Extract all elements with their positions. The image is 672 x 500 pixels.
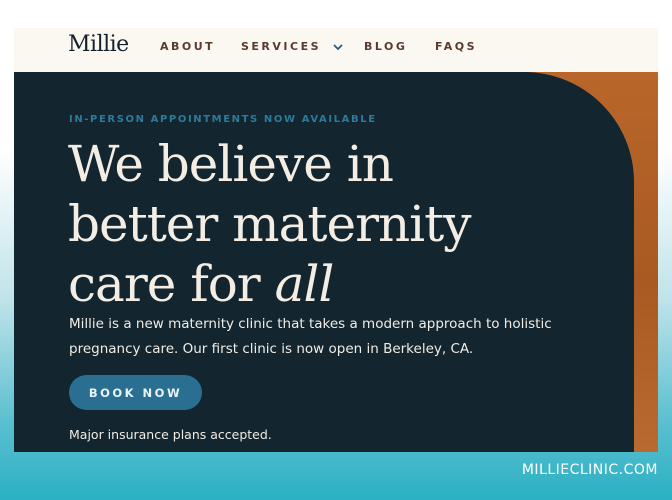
site-url-watermark: MILLIECLINIC.COM <box>521 462 658 478</box>
headline-line-3-emphasis: all <box>274 255 335 313</box>
hero-eyebrow: IN-PERSON APPOINTMENTS NOW AVAILABLE <box>69 114 377 125</box>
nav-item-services[interactable]: SERVICES <box>241 40 344 54</box>
nav-item-about[interactable]: ABOUT <box>160 40 215 53</box>
nav-item-faqs[interactable]: FAQS <box>435 40 477 53</box>
insurance-note: Major insurance plans accepted. <box>69 427 272 442</box>
brand-logo[interactable]: Millie <box>68 32 129 57</box>
hero-panel: IN-PERSON APPOINTMENTS NOW AVAILABLE We … <box>14 72 634 452</box>
chevron-down-icon <box>333 41 344 54</box>
hero-description: Millie is a new maternity clinic that ta… <box>69 316 552 357</box>
headline-line-3-prefix: care for <box>68 255 275 313</box>
headline-line-2: better maternity <box>68 195 472 253</box>
site-frame: Millie ABOUT SERVICES BLOG FAQS IN-PERSO… <box>14 28 658 452</box>
headline-line-1: We believe in <box>68 135 394 193</box>
hero-section: IN-PERSON APPOINTMENTS NOW AVAILABLE We … <box>14 72 658 452</box>
top-navbar: Millie ABOUT SERVICES BLOG FAQS <box>14 28 658 72</box>
nav-item-blog[interactable]: BLOG <box>364 40 407 53</box>
hero-headline: We believe in better maternity care for … <box>68 134 588 314</box>
nav-item-services-label: SERVICES <box>241 40 322 53</box>
book-now-button[interactable]: BOOK NOW <box>69 375 202 410</box>
